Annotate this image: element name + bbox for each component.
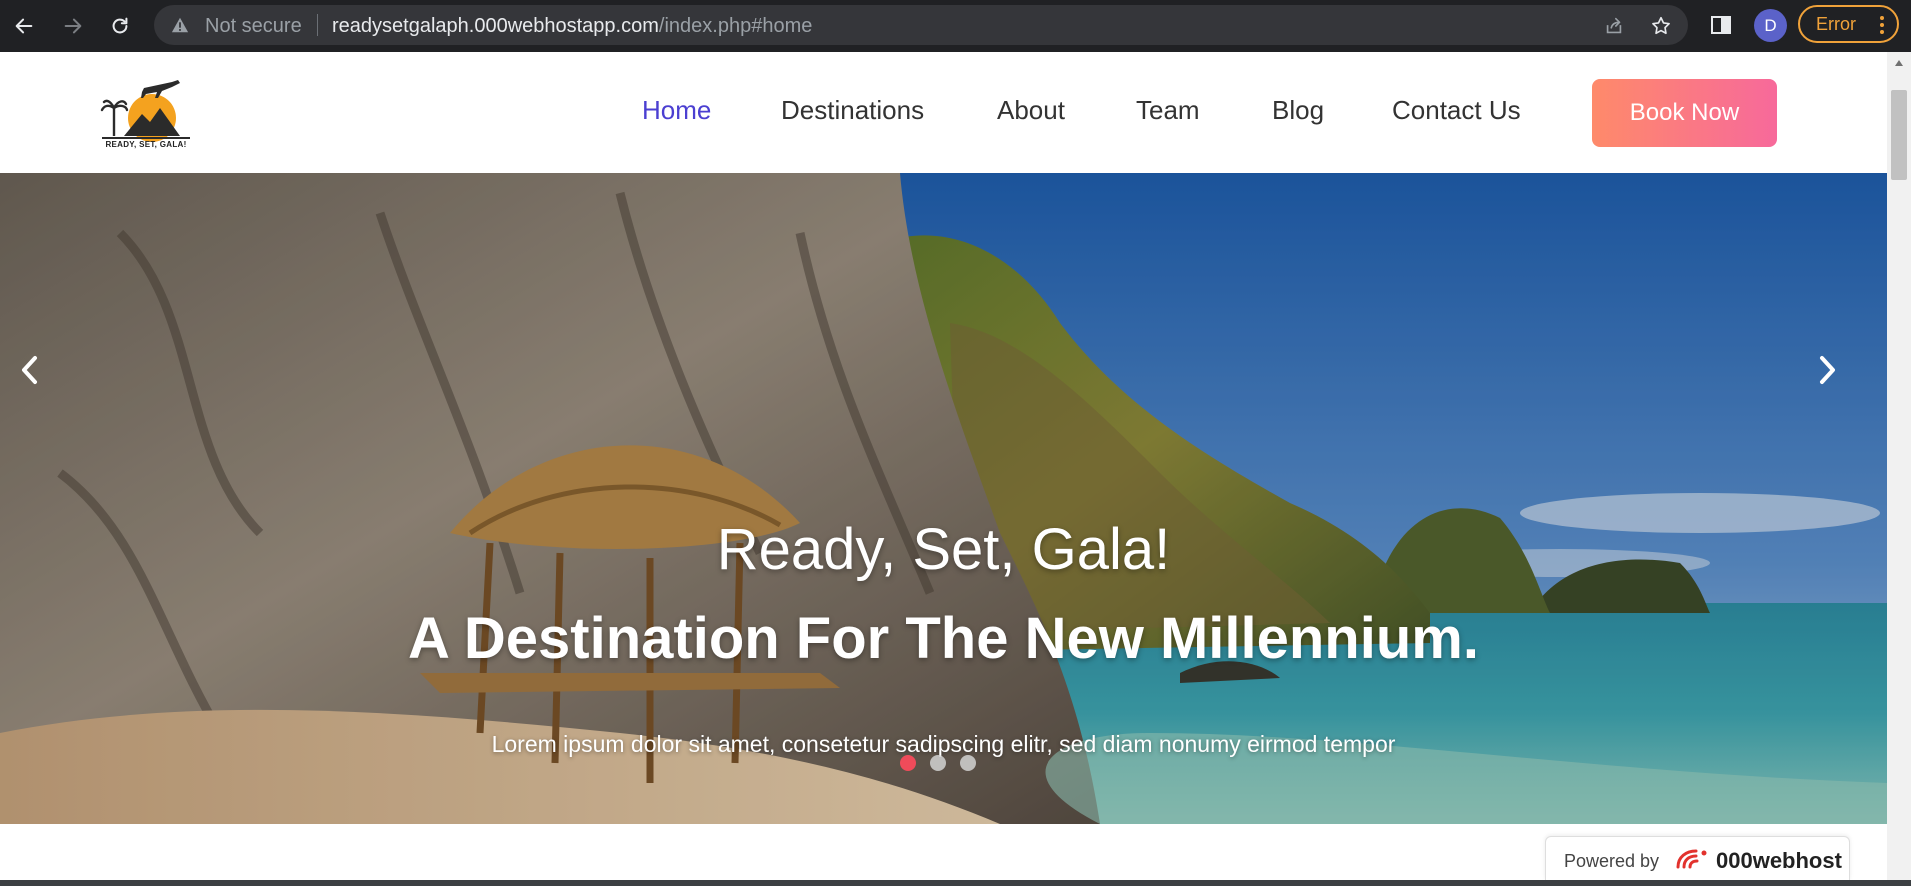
chevron-left-icon[interactable]: [15, 350, 45, 390]
security-status[interactable]: Not secure: [205, 15, 302, 38]
powered-by-brand: 000webhost: [1716, 848, 1842, 873]
carousel-indicator-3[interactable]: [960, 755, 976, 771]
hero-title: Ready, Set, Gala!: [716, 517, 1171, 582]
url-path: /index.php#home: [658, 15, 813, 37]
share-icon[interactable]: [1603, 15, 1625, 37]
nav-destinations[interactable]: Destinations: [781, 95, 924, 126]
page-scrollbar[interactable]: [1887, 52, 1911, 886]
hero-subtitle: A Destination For The New Millennium.: [408, 606, 1479, 671]
logo-text: READY, SET, GALA!: [105, 140, 187, 149]
address-divider: [317, 14, 318, 36]
nav-team[interactable]: Team: [1136, 95, 1200, 126]
hero-overlay: [0, 173, 1887, 824]
chevron-right-icon[interactable]: [1812, 350, 1842, 390]
address-bar[interactable]: Not secure readysetgalaph.000webhostapp.…: [154, 5, 1688, 45]
window-bottom-edge: [0, 880, 1911, 886]
scroll-up-arrow-icon[interactable]: [1895, 60, 1903, 66]
hero-description: Lorem ipsum dolor sit amet, consetetur s…: [491, 731, 1396, 757]
back-button[interactable]: [6, 8, 42, 44]
error-label: Error: [1816, 13, 1856, 34]
logo-graphic: [100, 80, 190, 142]
site-logo[interactable]: READY, SET, GALA!: [100, 74, 192, 156]
url-text[interactable]: readysetgalaph.000webhostapp.com/index.p…: [332, 15, 812, 38]
arrow-right-icon: [64, 18, 82, 34]
browser-toolbar: Not secure readysetgalaph.000webhostapp.…: [0, 0, 1911, 52]
error-button[interactable]: Error: [1798, 5, 1899, 43]
reload-button[interactable]: [102, 8, 138, 44]
hero-carousel: Ready, Set, Gala! A Destination For The …: [0, 173, 1887, 824]
powered-by-label: Powered by: [1564, 851, 1660, 871]
nav-contact-us[interactable]: Contact Us: [1392, 95, 1521, 126]
powered-by-badge[interactable]: Powered by 000webhost: [1545, 836, 1850, 880]
arrow-left-icon: [15, 18, 33, 34]
forward-button[interactable]: [55, 8, 91, 44]
profile-avatar[interactable]: D: [1754, 9, 1787, 42]
bookmark-star-icon[interactable]: [1650, 15, 1672, 37]
carousel-indicators: [900, 755, 976, 771]
nav-blog[interactable]: Blog: [1272, 95, 1324, 126]
url-host: readysetgalaph.000webhostapp.com: [332, 15, 659, 37]
site-header: READY, SET, GALA! Home Destinations Abou…: [0, 52, 1887, 173]
more-menu-icon: [1880, 16, 1884, 34]
reload-icon: [112, 17, 128, 34]
nav-home[interactable]: Home: [642, 95, 711, 126]
book-now-button[interactable]: Book Now: [1592, 79, 1777, 147]
nav-about[interactable]: About: [997, 95, 1065, 126]
scrollbar-thumb[interactable]: [1891, 90, 1907, 180]
carousel-indicator-1[interactable]: [900, 755, 916, 771]
side-panel-icon[interactable]: [1709, 13, 1733, 37]
warning-icon: [171, 17, 189, 33]
carousel-indicator-2[interactable]: [930, 755, 946, 771]
webhost-logo-icon: [1676, 849, 1707, 869]
